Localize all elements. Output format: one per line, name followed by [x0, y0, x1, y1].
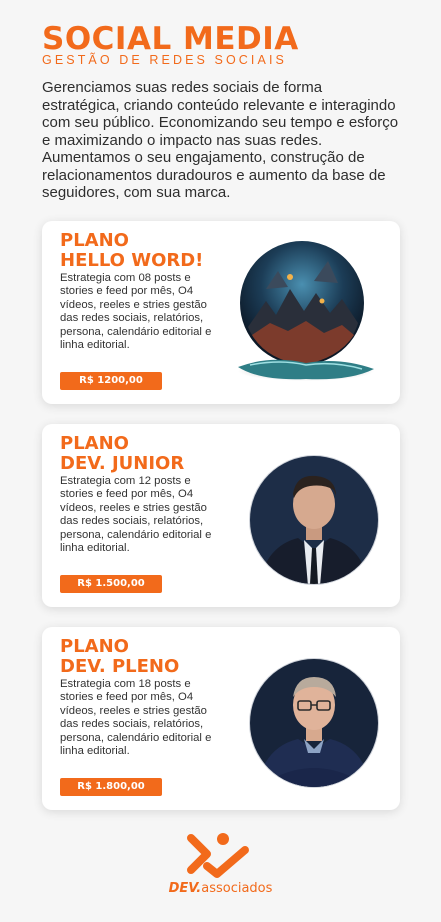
logo-brand-bold: DEV. — [168, 881, 202, 896]
page-subtitle: GESTÃO DE REDES SOCIAIS — [42, 53, 287, 67]
plan-title: PLANO DEV. PLENO — [60, 637, 179, 677]
fantasy-globe-illustration — [238, 241, 374, 381]
page-header: SOCIAL MEDIA GESTÃO DE REDES SOCIAIS — [42, 22, 402, 66]
plan-title-line1: PLANO — [60, 636, 129, 657]
plan-title: PLANO HELLO WORD! — [60, 231, 203, 271]
plan-title-line1: PLANO — [60, 230, 129, 251]
plan-title-line2: HELLO WORD! — [60, 250, 204, 271]
logo-brand-rest: associados — [201, 881, 273, 896]
plan-description: Estrategia com 08 posts e stories e feed… — [60, 272, 212, 352]
price-button[interactable]: R$ 1.500,00 — [60, 575, 162, 593]
logo-text: DEV.associados — [163, 881, 278, 896]
plan-card-dev-pleno: PLANO DEV. PLENO Estrategia com 18 posts… — [42, 627, 400, 810]
plan-title-line1: PLANO — [60, 433, 129, 454]
plan-card-dev-junior: PLANO DEV. JUNIOR Estrategia com 12 post… — [42, 424, 400, 607]
plan-card-hello-word: PLANO HELLO WORD! Estrategia com 08 post… — [42, 221, 400, 404]
plan-description: Estrategia com 12 posts e stories e feed… — [60, 475, 212, 555]
intro-text: Gerenciamos suas redes sociais de forma … — [42, 79, 399, 201]
plan-description: Estrategia com 18 posts e stories e feed… — [60, 678, 212, 758]
portrait-man-suit — [249, 455, 379, 585]
price-button[interactable]: R$ 1200,00 — [60, 372, 162, 390]
page-title: SOCIAL MEDIA — [42, 21, 299, 57]
plan-title-line2: DEV. PLENO — [60, 656, 180, 677]
dev-associados-logo: DEV.associados — [163, 830, 278, 900]
logo-mark-icon — [187, 833, 249, 878]
plan-title: PLANO DEV. JUNIOR — [60, 434, 184, 474]
plan-title-line2: DEV. JUNIOR — [60, 453, 185, 474]
price-button[interactable]: R$ 1.800,00 — [60, 778, 162, 796]
portrait-man-glasses — [249, 658, 379, 788]
